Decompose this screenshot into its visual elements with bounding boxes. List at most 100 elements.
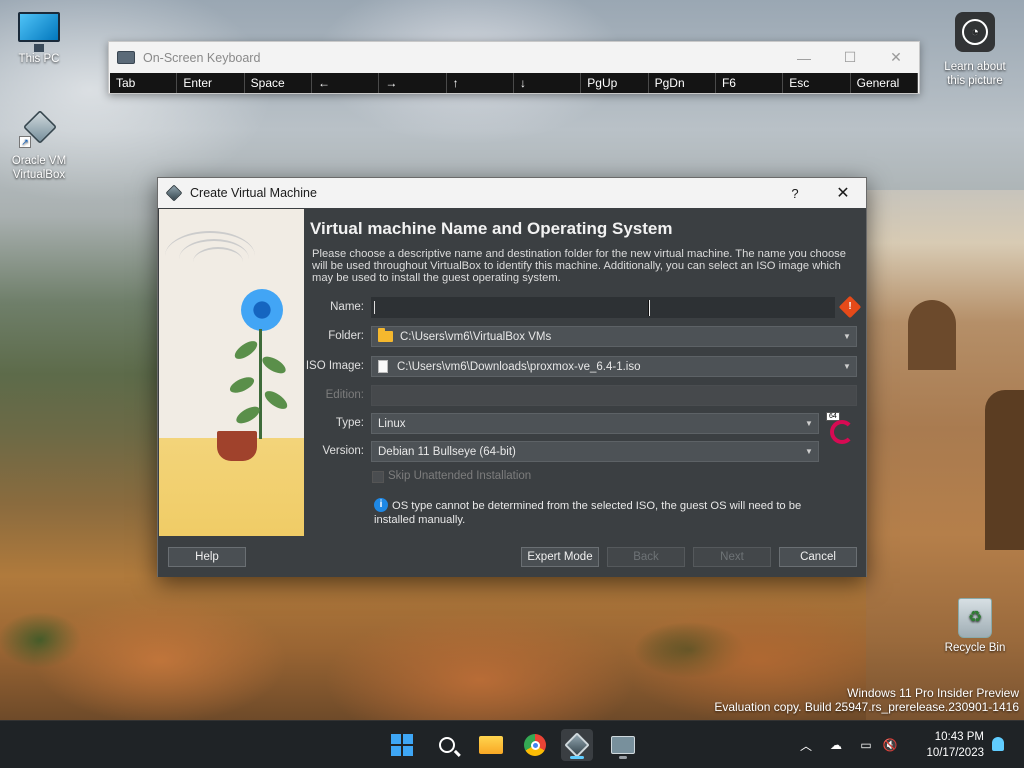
pot-icon [217, 431, 257, 461]
network-icon[interactable]: ▭ [858, 737, 874, 753]
info-note: OS type cannot be determined from the se… [374, 500, 802, 526]
dialog-help-button[interactable]: ? [784, 178, 806, 208]
system-tray: ︿ ☁ ▭ 🔇 [798, 721, 898, 768]
debian-os-icon: 64 [826, 412, 856, 446]
folder-value: C:\Users\vm6\VirtualBox VMs [400, 330, 552, 343]
iso-value: C:\Users\vm6\Downloads\proxmox-ve_6.4-1.… [397, 360, 641, 373]
on-screen-keyboard-window: On-Screen Keyboard — ☐ ✕ Tab Enter Space… [108, 41, 920, 94]
type-select[interactable]: Linux ▼ [371, 413, 819, 434]
chevron-down-icon[interactable]: ▼ [838, 357, 856, 376]
osk-key-tab[interactable]: Tab [110, 73, 178, 93]
wizard-illustration [159, 209, 304, 536]
desktop-icon-label: Recycle Bin [944, 642, 1006, 654]
taskbar: ︿ ☁ ▭ 🔇 10:43 PM 10/17/2023 [0, 720, 1024, 768]
osk-key-f6[interactable]: F6 [715, 73, 784, 93]
warning-icon: ! [838, 295, 862, 319]
windows-logo-icon [391, 734, 413, 756]
type-value: Linux [378, 417, 406, 430]
dialog-title: Create Virtual Machine [190, 186, 317, 200]
recycle-bin-icon: ♻ [958, 598, 992, 638]
chevron-down-icon[interactable]: ▼ [838, 327, 856, 346]
desktop-icon-learn-about-picture[interactable]: ◔ Learn about this picture [940, 12, 1010, 88]
file-icon [378, 360, 388, 373]
edition-label: Edition: [325, 389, 364, 401]
chrome-icon [524, 734, 546, 756]
taskbar-on-screen-keyboard[interactable] [607, 729, 639, 761]
osk-key-row: Tab Enter Space ← → ↑ ↓ PgUp PgDn F6 Esc… [110, 73, 918, 93]
virtualbox-icon [165, 184, 183, 202]
version-label: Version: [322, 445, 364, 457]
taskbar-file-explorer[interactable] [475, 729, 507, 761]
taskbar-virtualbox[interactable] [561, 729, 593, 761]
osk-key-esc[interactable]: Esc [783, 73, 851, 93]
volume-muted-icon[interactable]: 🔇 [882, 737, 898, 753]
osk-key-right[interactable]: → [379, 73, 447, 93]
active-indicator [570, 756, 584, 759]
windows-watermark: Windows 11 Pro Insider Preview Evaluatio… [714, 686, 1019, 714]
wallpaper-arch [908, 300, 956, 370]
running-indicator [619, 756, 627, 759]
desktop-icon-label: This PC [18, 53, 60, 65]
onedrive-icon[interactable]: ☁ [828, 737, 844, 753]
osk-key-general[interactable]: General [850, 73, 918, 93]
shortcut-arrow-icon: ↗ [19, 136, 31, 148]
osk-key-up[interactable]: ↑ [446, 73, 514, 93]
taskbar-clock[interactable]: 10:43 PM 10/17/2023 [926, 729, 984, 761]
edition-select [371, 385, 857, 406]
osk-key-down[interactable]: ↓ [513, 73, 582, 93]
virtualbox-icon: ↗ [19, 108, 59, 148]
show-hidden-icons-chevron[interactable]: ︿ [798, 737, 814, 753]
text-cursor [374, 301, 375, 314]
cancel-button[interactable]: Cancel [779, 547, 857, 567]
folder-icon [378, 328, 393, 342]
iso-image-select[interactable]: C:\Users\vm6\Downloads\proxmox-ve_6.4-1.… [371, 356, 857, 377]
name-input[interactable] [371, 297, 835, 318]
osk-key-left[interactable]: ← [311, 73, 380, 93]
desktop-icon-virtualbox[interactable]: ↗ Oracle VM VirtualBox [4, 108, 74, 182]
osk-minimize-button[interactable]: — [781, 42, 827, 73]
page-title: Virtual machine Name and Operating Syste… [310, 219, 673, 238]
start-button[interactable] [386, 729, 418, 761]
type-label: Type: [335, 417, 364, 429]
taskbar-search-button[interactable] [431, 729, 463, 761]
back-button: Back [607, 547, 685, 567]
dialog-body: Virtual machine Name and Operating Syste… [304, 209, 866, 536]
osk-key-pgup[interactable]: PgUp [581, 73, 649, 93]
dialog-close-button[interactable]: ✕ [832, 178, 854, 208]
dialog-titlebar[interactable]: Create Virtual Machine ? ✕ [158, 178, 866, 208]
page-description: Please choose a descriptive name and des… [312, 248, 847, 284]
folder-select[interactable]: C:\Users\vm6\VirtualBox VMs ▼ [371, 326, 857, 347]
version-select[interactable]: Debian 11 Bullseye (64-bit) ▼ [371, 441, 819, 462]
expert-mode-button[interactable]: Expert Mode [521, 547, 599, 567]
skip-unattended-label: Skip Unattended Installation [388, 470, 532, 482]
osk-key-space[interactable]: Space [244, 73, 312, 93]
folder-icon [479, 736, 503, 754]
osk-key-enter[interactable]: Enter [177, 73, 245, 93]
camera-info-icon: ◔ [955, 12, 995, 52]
create-vm-dialog: Create Virtual Machine ? ✕ Virtual machi… [157, 177, 867, 577]
watermark-edition: Windows 11 Pro Insider Preview [847, 686, 1019, 700]
wallpaper-arch-2 [985, 390, 1024, 550]
chevron-down-icon[interactable]: ▼ [800, 414, 818, 433]
search-icon [439, 737, 455, 753]
desktop-icon-recycle-bin[interactable]: ♻ Recycle Bin [940, 598, 1010, 655]
notification-bell-icon[interactable] [992, 737, 1004, 751]
name-label: Name: [330, 301, 364, 313]
desktop-icon-label: Oracle VM VirtualBox [11, 155, 67, 181]
next-button: Next [693, 547, 771, 567]
osk-key-pgdn[interactable]: PgDn [648, 73, 716, 93]
mouse-ibeam-cursor [648, 300, 650, 316]
help-button[interactable]: Help [168, 547, 246, 567]
monitor-icon [18, 12, 60, 52]
chevron-down-icon[interactable]: ▼ [800, 442, 818, 461]
osk-close-button[interactable]: ✕ [873, 42, 919, 73]
keyboard-icon [117, 51, 135, 64]
desktop-icon-this-pc[interactable]: This PC [4, 12, 74, 66]
version-value: Debian 11 Bullseye (64-bit) [378, 445, 516, 458]
folder-label: Folder: [328, 330, 364, 342]
taskbar-chrome[interactable] [519, 729, 551, 761]
osk-maximize-button[interactable]: ☐ [827, 42, 873, 73]
desktop-icon-label: Learn about this picture [944, 61, 1006, 87]
osk-title: On-Screen Keyboard [143, 50, 261, 65]
dialog-footer: Help Expert Mode Back Next Cancel [158, 536, 866, 577]
